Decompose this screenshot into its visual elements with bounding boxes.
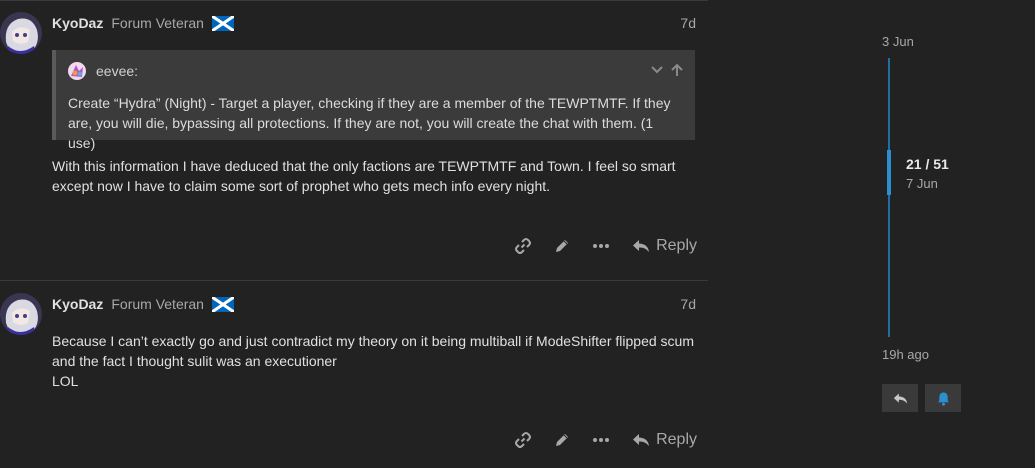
post-header: KyoDaz Forum Veteran 7d xyxy=(52,14,696,32)
timeline-start-date[interactable]: 3 Jun xyxy=(882,34,914,49)
username[interactable]: KyoDaz xyxy=(52,296,103,312)
post-text: Because I can’t exactly go and just cont… xyxy=(52,333,694,369)
post: KyoDaz Forum Veteran 7d eevee: Create “H… xyxy=(0,0,708,280)
post-body: With this information I have deduced tha… xyxy=(52,156,696,196)
reply-label: Reply xyxy=(656,237,697,254)
post-date[interactable]: 7d xyxy=(680,296,696,312)
bell-icon xyxy=(937,391,949,406)
avatar[interactable] xyxy=(0,12,42,54)
timeline-position-date: 7 Jun xyxy=(906,176,938,191)
timeline-handle[interactable] xyxy=(887,150,891,195)
notification-button[interactable] xyxy=(925,384,961,412)
reply-arrow-icon xyxy=(633,434,650,446)
post-date[interactable]: 7d xyxy=(680,15,696,31)
arrow-up-icon[interactable] xyxy=(669,62,685,83)
post-text: With this information I have deduced tha… xyxy=(52,158,676,194)
reply-button[interactable]: Reply xyxy=(632,431,697,449)
reply-arrow-icon xyxy=(893,393,907,403)
reply-arrow-icon xyxy=(633,240,650,252)
chevron-down-icon[interactable] xyxy=(649,62,665,83)
ellipsis-icon[interactable] xyxy=(592,237,610,255)
timeline-scrollbar[interactable] xyxy=(888,58,890,337)
link-icon[interactable] xyxy=(514,431,532,449)
timeline-end-date[interactable]: 19h ago xyxy=(882,347,929,362)
pencil-icon[interactable] xyxy=(553,237,571,255)
quote-avatar xyxy=(68,62,86,80)
quote-username: eevee: xyxy=(96,63,139,79)
quote-controls xyxy=(649,62,685,83)
post: KyoDaz Forum Veteran 7d Because I can’t … xyxy=(0,281,708,468)
pencil-icon[interactable] xyxy=(553,431,571,449)
ellipsis-icon[interactable] xyxy=(592,431,610,449)
quote-text: Create “Hydra” (Night) - Target a player… xyxy=(68,95,671,151)
post-body: Because I can’t exactly go and just cont… xyxy=(52,331,696,391)
avatar[interactable] xyxy=(0,293,42,335)
post-actions: Reply xyxy=(493,237,697,255)
user-title: Forum Veteran xyxy=(111,15,204,31)
quote-header: eevee: xyxy=(68,62,138,80)
user-title: Forum Veteran xyxy=(111,296,204,312)
post-text: LOL xyxy=(52,373,79,389)
post-header: KyoDaz Forum Veteran 7d xyxy=(52,295,696,313)
post-actions: Reply xyxy=(493,431,697,449)
link-icon[interactable] xyxy=(514,237,532,255)
scotland-flag-icon xyxy=(211,295,235,313)
reply-label: Reply xyxy=(656,431,697,448)
timeline-reply-button[interactable] xyxy=(882,384,918,412)
username[interactable]: KyoDaz xyxy=(52,15,103,31)
reply-button[interactable]: Reply xyxy=(632,237,697,255)
timeline-position: 21 / 51 xyxy=(906,156,949,172)
scotland-flag-icon xyxy=(211,14,235,32)
quote-block: eevee: Create “Hydra” (Night) - Target a… xyxy=(52,50,695,151)
